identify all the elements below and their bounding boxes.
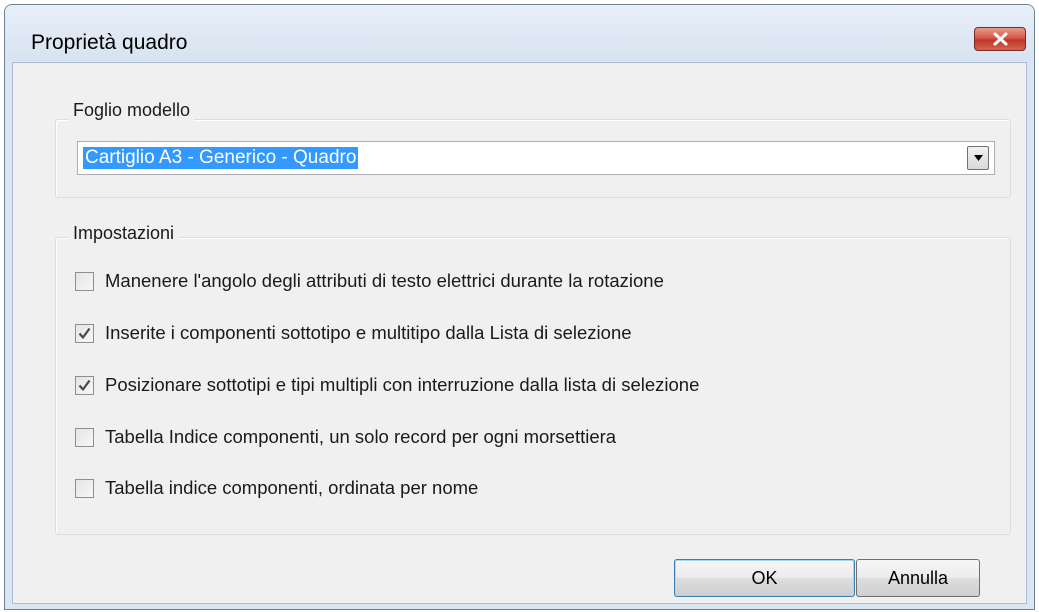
template-select-value: Cartiglio A3 - Generico - Quadro bbox=[83, 147, 359, 169]
cancel-button[interactable]: Annulla bbox=[856, 559, 980, 597]
option-checkbox[interactable] bbox=[75, 428, 94, 447]
dialog-body: Foglio modello Cartiglio A3 - Generico -… bbox=[12, 62, 1027, 604]
option-checkbox[interactable] bbox=[75, 272, 94, 291]
template-group-label: Foglio modello bbox=[69, 100, 195, 121]
template-select[interactable]: Cartiglio A3 - Generico - Quadro bbox=[77, 141, 995, 175]
title-bar[interactable]: Proprietà quadro bbox=[5, 5, 1034, 61]
chevron-down-icon bbox=[974, 155, 983, 161]
dropdown-button[interactable] bbox=[967, 146, 989, 170]
option-label: Inserite i componenti sottotipo e multit… bbox=[105, 322, 632, 343]
checkmark-icon bbox=[78, 379, 91, 391]
option-label: Tabella Indice componenti, un solo recor… bbox=[105, 426, 617, 447]
close-button[interactable] bbox=[974, 27, 1026, 51]
settings-group-label: Impostazioni bbox=[69, 223, 179, 244]
option-label: Manenere l'angolo degli attributi di tes… bbox=[105, 270, 664, 291]
option-checkbox[interactable] bbox=[75, 376, 94, 395]
option-checkbox[interactable] bbox=[75, 479, 94, 498]
option-checkbox[interactable] bbox=[75, 324, 94, 343]
dialog-title: Proprietà quadro bbox=[31, 31, 188, 54]
option-label: Tabella indice componenti, ordinata per … bbox=[105, 477, 479, 498]
dialog-window: Proprietà quadro Foglio modello Cartigli… bbox=[4, 4, 1035, 610]
checkmark-icon bbox=[78, 327, 91, 339]
close-x-icon bbox=[993, 32, 1008, 46]
ok-button[interactable]: OK bbox=[674, 559, 855, 597]
option-label: Posizionare sottotipi e tipi multipli co… bbox=[105, 374, 700, 395]
